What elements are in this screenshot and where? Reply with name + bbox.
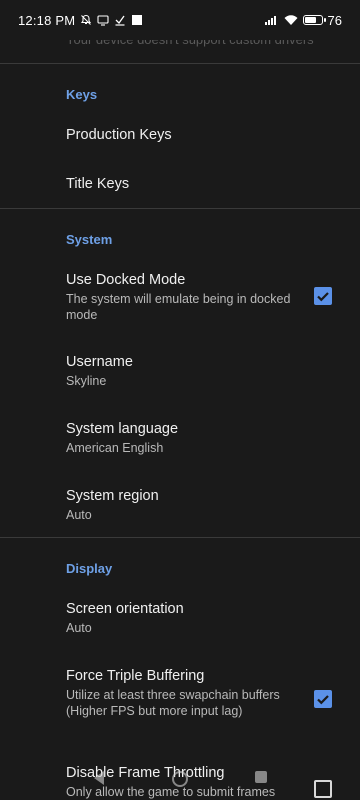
- pref-summary: Only allow the game to submit frames: [66, 785, 276, 799]
- status-time: 12:18 PM: [18, 12, 76, 28]
- signal-icon: [264, 14, 279, 26]
- pref-title: System language: [66, 421, 179, 437]
- pref-title: Title Keys: [66, 176, 130, 192]
- pref-summary: Skyline: [66, 374, 107, 388]
- pref-screen-orientation[interactable]: Screen orientation Auto: [66, 599, 296, 636]
- muted-bell-icon: [80, 14, 92, 26]
- triple-buffering-checkbox[interactable]: [314, 690, 332, 708]
- pref-title: Screen orientation: [66, 601, 184, 617]
- pref-username[interactable]: Username Skyline: [66, 352, 296, 389]
- pref-summary: Auto: [66, 621, 92, 635]
- divider: [0, 63, 360, 64]
- docked-mode-checkbox[interactable]: [314, 287, 332, 305]
- pref-summary: Auto: [66, 508, 92, 522]
- square-icon: [131, 14, 143, 26]
- pref-production-keys[interactable]: Production Keys: [66, 125, 296, 145]
- pref-docked-mode[interactable]: Use Docked Mode The system will emulate …: [66, 270, 296, 323]
- battery-percent: 76: [327, 12, 342, 28]
- frame-throttling-checkbox[interactable]: [314, 780, 332, 798]
- pref-summary: American English: [66, 441, 164, 455]
- cast-icon: [97, 14, 109, 26]
- settings-list: Your device doesn't support custom drive…: [0, 0, 360, 800]
- wifi-icon: [284, 14, 298, 26]
- section-header-keys: Keys: [66, 87, 98, 102]
- pref-system-language[interactable]: System language American English: [66, 419, 296, 456]
- status-bar: 12:18 PM 76: [0, 0, 360, 40]
- pref-summary: The system will emulate being in docked …: [66, 292, 291, 322]
- pref-system-region[interactable]: System region Auto: [66, 486, 296, 523]
- pref-title-keys[interactable]: Title Keys: [66, 174, 296, 194]
- pref-title: Disable Frame Throttling: [66, 765, 225, 781]
- pref-triple-buffering[interactable]: Force Triple Buffering Utilize at least …: [66, 666, 296, 719]
- pref-title: System region: [66, 488, 159, 504]
- pref-summary: Utilize at least three swapchain buffers…: [66, 688, 280, 718]
- pref-title: Username: [66, 354, 133, 370]
- battery-icon: [302, 15, 326, 25]
- pref-title: Use Docked Mode: [66, 272, 186, 288]
- divider: [0, 537, 360, 538]
- section-header-system: System: [66, 232, 113, 247]
- pref-title: Force Triple Buffering: [66, 668, 205, 684]
- divider: [0, 208, 360, 209]
- section-header-display: Display: [66, 561, 113, 576]
- download-check-icon: [114, 14, 126, 26]
- pref-title: Production Keys: [66, 127, 172, 143]
- pref-frame-throttling[interactable]: Disable Frame Throttling Only allow the …: [66, 763, 296, 800]
